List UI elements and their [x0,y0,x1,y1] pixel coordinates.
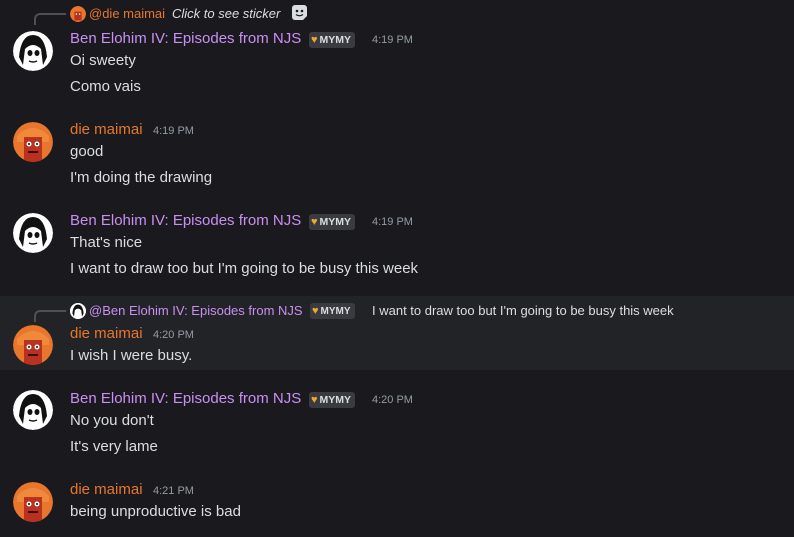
role-tag[interactable]: ♥ MYMY [309,32,356,48]
timestamp: 4:20 PM [153,329,194,341]
sticker-icon[interactable] [292,5,307,20]
heart-icon: ♥ [311,34,318,46]
avatar-die[interactable] [13,325,53,365]
reply-avatar-die[interactable] [70,6,86,22]
author-name[interactable]: Ben Elohim IV: Episodes from NJS [70,212,301,229]
reply-avatar-ben[interactable] [70,303,86,319]
timestamp: 4:19 PM [372,216,413,228]
avatar-ben[interactable] [13,213,53,253]
heart-icon: ♥ [311,216,318,228]
message-text: No you don't [70,412,154,429]
message-text: Oi sweety [70,52,136,69]
reply-sticker-link[interactable]: Click to see sticker [172,6,280,21]
message-text: I'm doing the drawing [70,169,213,186]
avatar-ben[interactable] [13,31,53,71]
role-tag[interactable]: ♥ MYMY [309,214,356,230]
role-tag[interactable]: ♥ MYMY [310,303,355,319]
avatar-die[interactable] [13,122,53,162]
message-text: I wish I were busy. [70,347,193,364]
heart-icon: ♥ [312,305,319,317]
author-name[interactable]: Ben Elohim IV: Episodes from NJS [70,390,301,407]
avatar-die[interactable] [13,482,53,522]
role-tag[interactable]: ♥ MYMY [309,392,356,408]
author-name[interactable]: Ben Elohim IV: Episodes from NJS [70,30,301,47]
reply-mention-ben[interactable]: @Ben Elohim IV: Episodes from NJS [89,303,303,318]
reply-preview-text[interactable]: I want to draw too but I'm going to be b… [372,303,674,318]
avatar-ben[interactable] [13,390,53,430]
message-text: It's very lame [70,438,158,455]
author-name[interactable]: die maimai [70,481,143,498]
message-text: I want to draw too but I'm going to be b… [70,260,419,277]
timestamp: 4:21 PM [153,485,194,497]
heart-icon: ♥ [311,394,318,406]
reply-connector [34,310,66,322]
message-text: Como vais [70,78,141,95]
message-text: being unproductive is bad [70,503,241,520]
reply-mention-die[interactable]: @die maimai [89,6,165,21]
timestamp: 4:19 PM [153,125,194,137]
message-text: good [70,143,104,160]
author-name[interactable]: die maimai [70,121,143,138]
timestamp: 4:19 PM [372,34,413,46]
author-name[interactable]: die maimai [70,325,143,342]
reply-connector [34,13,66,25]
message-text: That's nice [70,234,143,251]
timestamp: 4:20 PM [372,394,413,406]
